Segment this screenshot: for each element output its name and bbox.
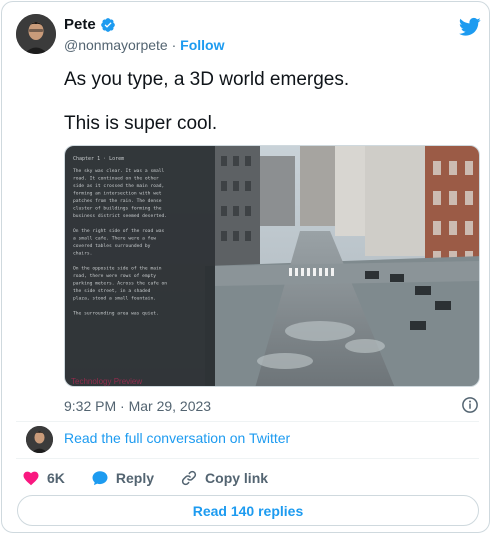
reply-bubble-icon (92, 471, 108, 486)
panel-text-line: parking meters. Across the cafe on (73, 281, 167, 287)
panel-text-line: road, there were rows of empty (73, 273, 156, 279)
panel-text-line: road. It continued on the other (73, 176, 159, 182)
divider (16, 421, 479, 422)
like-button[interactable]: 6K (22, 469, 65, 487)
panel-text-line: forming an intersection with wet (73, 191, 162, 197)
author-avatar[interactable] (16, 14, 56, 54)
panel-text-line: chairs. (73, 251, 92, 257)
conversation-avatar (26, 426, 53, 453)
author-name-row: Pete (64, 16, 116, 33)
heart-icon (23, 471, 39, 486)
panel-text-line: covered tables surrounded by (73, 243, 151, 249)
copy-link-label: Copy link (205, 470, 269, 486)
author-handle[interactable]: @nonmayorpete (64, 37, 168, 53)
panel-text-line: side as it crossed the main road, (73, 183, 164, 189)
tweet-text-line-1: As you type, a 3D world emerges. (64, 69, 350, 90)
author-handle-row: @nonmayorpete · Follow (64, 37, 225, 53)
panel-text-line: the side street, in a shaded (73, 288, 151, 294)
link-icon (181, 470, 197, 486)
panel-text-line: patches from the rain. The dense (73, 198, 162, 204)
panel-text-line: On the right side of the road was (73, 228, 165, 234)
video-overlay-label: Technology Preview (71, 377, 142, 386)
read-conversation-link[interactable]: Read the full conversation on Twitter (64, 430, 290, 446)
panel-text-line: business district seemed deserted. (73, 213, 167, 219)
panel-heading: Chapter 1 · Lorem (73, 156, 124, 162)
panel-text-line: The surrounding area was quiet. (73, 311, 159, 317)
reply-label: Reply (115, 470, 155, 486)
tweet-video[interactable]: Chapter 1 · Lorem The sky was clear. It … (64, 145, 480, 387)
video-frame: Chapter 1 · Lorem The sky was clear. It … (65, 146, 479, 386)
tweet-text-line-2: This is super cool. (64, 113, 218, 134)
follow-button[interactable]: Follow (180, 37, 224, 53)
copy-link-button[interactable]: Copy link (180, 469, 268, 487)
panel-text-line: cluster of buildings forming the (73, 206, 162, 212)
verified-badge-icon (100, 17, 115, 32)
read-replies-button[interactable]: Read 140 replies (17, 495, 479, 526)
action-bar: 6K Reply Copy link (22, 468, 294, 488)
divider (16, 458, 479, 459)
info-icon[interactable] (461, 396, 479, 414)
like-count: 6K (47, 470, 65, 486)
panel-text-line: plaza, stood a small fountain. (73, 296, 156, 302)
panel-text-line: On the opposite side of the main (73, 266, 162, 272)
twitter-bird-icon[interactable] (459, 17, 481, 37)
panel-text-line: a small cafe. There were a few (73, 236, 156, 242)
handle-separator: · (171, 37, 181, 53)
tweet-card: Pete @nonmayorpete · Follow As you type,… (1, 1, 490, 533)
tweet-timestamp[interactable]: 9:32 PM · Mar 29, 2023 (64, 398, 211, 414)
reply-button[interactable]: Reply (91, 469, 154, 487)
panel-text-line: The sky was clear. It was a small (73, 168, 165, 174)
author-name[interactable]: Pete (64, 16, 96, 33)
